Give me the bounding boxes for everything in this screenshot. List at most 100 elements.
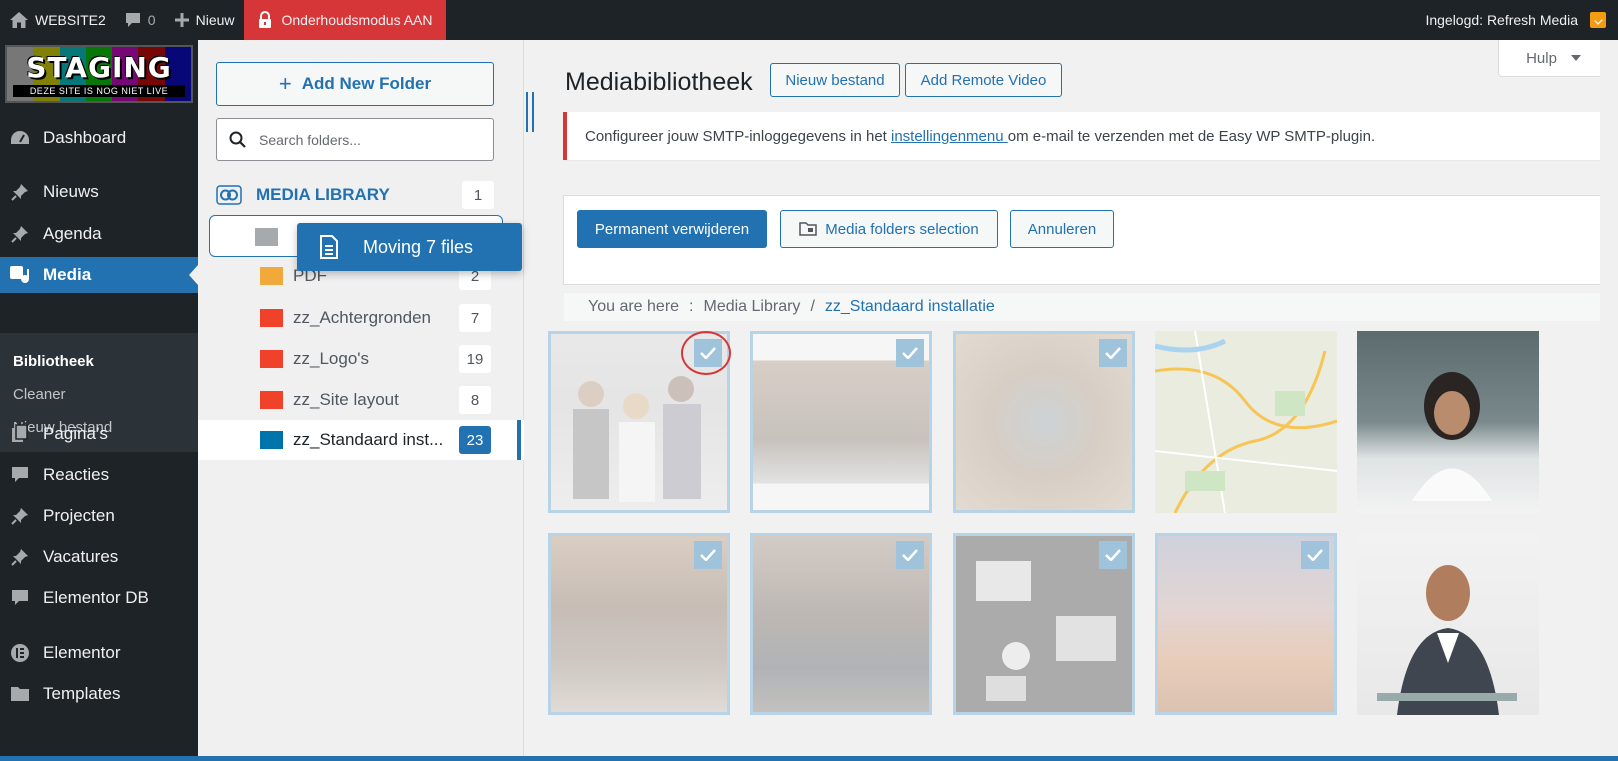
menu-label: Nieuws	[43, 182, 99, 201]
pin-icon	[9, 181, 31, 203]
folder-icon	[260, 391, 283, 409]
staging-title: STAGING	[26, 51, 172, 84]
comments-link[interactable]: 0	[115, 0, 165, 40]
notice-text-before: Configureer jouw SMTP-inloggegevens in h…	[585, 127, 891, 145]
pages-icon	[9, 423, 31, 445]
menu-label: Elementor DB	[43, 588, 149, 607]
selected-check-icon[interactable]	[1099, 339, 1127, 367]
account-menu[interactable]: Ingelogd: Refresh Media	[1416, 0, 1618, 40]
menu-label: Projecten	[43, 506, 115, 525]
media-library-root[interactable]: MEDIA LIBRARY 1	[216, 180, 494, 210]
media-item[interactable]	[1357, 331, 1539, 513]
media-item[interactable]	[548, 533, 730, 715]
media-thumbnail-map	[1155, 331, 1337, 513]
account-badge-icon	[1590, 12, 1606, 28]
media-item[interactable]	[953, 533, 1135, 715]
pin-icon	[9, 505, 31, 527]
folder-item-achtergronden[interactable]: zz_Achtergronden 7	[198, 298, 524, 338]
folder-name: zz_Achtergronden	[293, 308, 431, 327]
menu-dashboard[interactable]: Dashboard	[0, 120, 198, 156]
help-tab-button[interactable]: Hulp	[1498, 40, 1609, 77]
maintenance-label: Onderhoudsmodus AAN	[281, 12, 433, 28]
menu-elementor[interactable]: Elementor	[0, 635, 198, 671]
menu-reacties[interactable]: Reacties	[0, 457, 198, 493]
menu-nieuws[interactable]: Nieuws	[0, 174, 198, 210]
maintenance-mode-toggle[interactable]: Onderhoudsmodus AAN	[243, 0, 447, 40]
media-library-label: MEDIA LIBRARY	[256, 185, 390, 204]
admin-sidebar: STAGING DEZE SITE IS NOG NIET LIVE Dashb…	[0, 40, 198, 761]
menu-elementor-db[interactable]: Elementor DB	[0, 580, 198, 616]
media-item[interactable]	[750, 533, 932, 715]
folder-count: 23	[459, 426, 491, 454]
menu-agenda[interactable]: Agenda	[0, 216, 198, 252]
pin-icon	[9, 223, 31, 245]
elementor-icon	[9, 642, 31, 664]
drag-moving-tooltip: Moving 7 files	[297, 223, 522, 271]
add-new-folder-button[interactable]: + Add New Folder	[216, 62, 494, 106]
selected-check-icon[interactable]	[896, 339, 924, 367]
folder-name: zz_Logo's	[293, 349, 370, 368]
add-remote-video-button[interactable]: Add Remote Video	[905, 63, 1062, 97]
menu-templates[interactable]: Templates	[0, 676, 198, 712]
media-item[interactable]	[1155, 533, 1337, 715]
menu-projecten[interactable]: Projecten	[0, 498, 198, 534]
selected-check-icon[interactable]	[1099, 541, 1127, 569]
selected-check-icon[interactable]	[694, 541, 722, 569]
folder-count: 1	[462, 181, 494, 209]
folder-icon	[260, 309, 283, 327]
comment-icon	[9, 587, 31, 609]
breadcrumb-root-link[interactable]: Media Library	[704, 298, 801, 316]
media-item[interactable]	[1155, 331, 1337, 513]
library-icon	[216, 185, 242, 205]
document-icon	[320, 235, 338, 259]
folder-item-logos[interactable]: zz_Logo's 19	[198, 339, 524, 379]
menu-media[interactable]: Media	[0, 257, 198, 293]
menu-label: Templates	[43, 684, 121, 703]
media-folders-selection-button[interactable]: Media folders selection	[780, 210, 998, 248]
media-item[interactable]	[953, 331, 1135, 513]
bottom-accent-bar	[0, 756, 1618, 761]
dashboard-icon	[9, 127, 31, 149]
folder-item-standaard-installatie[interactable]: zz_Standaard inst... 23	[198, 420, 524, 460]
new-content-link[interactable]: Nieuw	[165, 0, 244, 40]
highlight-circle	[681, 331, 731, 375]
lock-icon	[258, 11, 271, 28]
menu-label: Pagina’s	[43, 424, 108, 443]
folder-count: 7	[459, 304, 491, 332]
search-folders-field[interactable]	[216, 118, 494, 161]
selected-check-icon[interactable]	[1301, 541, 1329, 569]
menu-vacatures[interactable]: Vacatures	[0, 539, 198, 575]
staging-subtitle: DEZE SITE IS NOG NIET LIVE	[13, 85, 185, 97]
cancel-button[interactable]: Annuleren	[1010, 210, 1114, 248]
menu-paginas[interactable]: Pagina’s	[0, 416, 198, 452]
settings-menu-link[interactable]: instellingenmenu	[891, 128, 1008, 145]
submenu-bibliotheek[interactable]: Bibliotheek	[13, 353, 94, 370]
folder-count: 19	[459, 345, 491, 373]
folder-name: zz_Site layout	[293, 390, 399, 409]
delete-permanently-button[interactable]: Permanent verwijderen	[577, 210, 767, 248]
home-icon	[10, 12, 28, 28]
media-item[interactable]	[1357, 533, 1539, 715]
comment-icon	[125, 12, 140, 27]
submenu-cleaner[interactable]: Cleaner	[13, 386, 66, 403]
folder-item-site-layout[interactable]: zz_Site layout 8	[198, 380, 524, 420]
media-item[interactable]	[750, 331, 932, 513]
pin-icon	[9, 546, 31, 568]
selected-check-icon[interactable]	[896, 541, 924, 569]
menu-label: Elementor	[43, 643, 121, 662]
page-scrollbar[interactable]	[1600, 40, 1618, 756]
site-home-link[interactable]: WEBSITE2	[0, 0, 115, 40]
breadcrumb-separator: /	[810, 298, 815, 315]
search-folders-input[interactable]	[259, 131, 479, 148]
search-icon	[229, 131, 246, 148]
menu-label: Reacties	[43, 465, 110, 484]
breadcrumb-prefix: You are here	[588, 298, 680, 315]
media-thumbnail-woman-laptop	[1357, 331, 1539, 513]
breadcrumb: You are here : Media Library / zz_Standa…	[563, 292, 1602, 322]
bulk-actions-bar: Permanent verwijderen Media folders sele…	[563, 195, 1602, 285]
new-file-button[interactable]: Nieuw bestand	[770, 63, 900, 97]
media-folders-selection-label: Media folders selection	[825, 220, 979, 238]
folder-icon	[255, 228, 278, 246]
site-name: WEBSITE2	[35, 12, 106, 28]
add-new-folder-label: Add New Folder	[301, 74, 432, 93]
